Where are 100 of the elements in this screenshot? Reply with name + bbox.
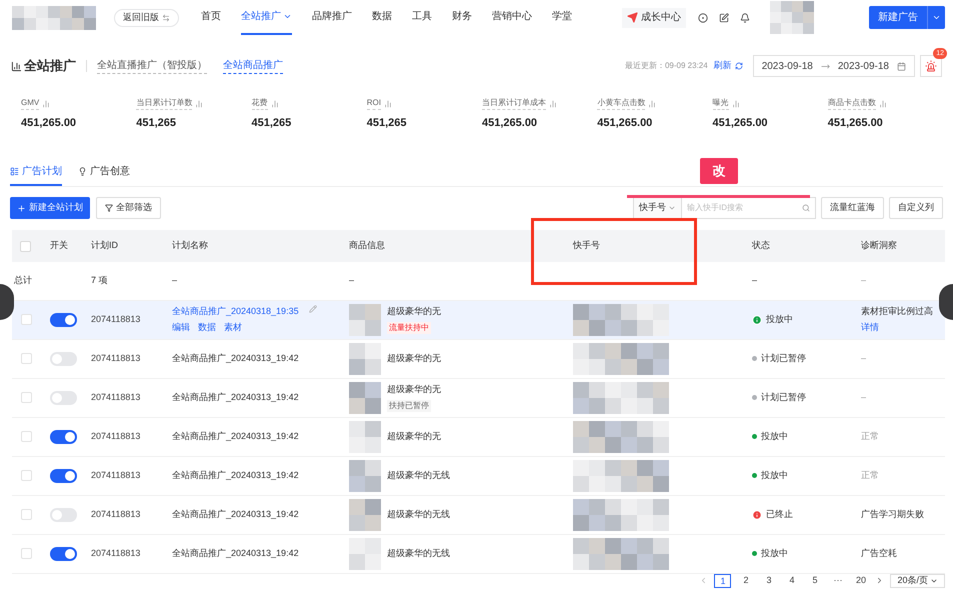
record-icon[interactable] (698, 12, 708, 22)
product-title: 超级豪华的无 (387, 305, 441, 318)
plan-name[interactable]: 全站商品推广_20240318_19:35 (172, 304, 299, 318)
page-button[interactable]: 20 (852, 574, 870, 588)
chart-icon[interactable] (648, 100, 656, 108)
checkbox[interactable] (21, 509, 32, 520)
promotion-tab[interactable]: 全站直播推广（智投版） (97, 58, 207, 74)
page-button[interactable]: 1 (714, 574, 732, 588)
metric-label: 商品卡点击数 (828, 97, 876, 110)
plan-name[interactable]: 全站商品推广_20240313_19:42 (172, 430, 299, 444)
toggle-switch[interactable] (50, 430, 77, 444)
chart-icon[interactable] (878, 100, 887, 108)
edit-icon[interactable] (719, 12, 729, 22)
end-date[interactable]: 2023-09-18 (838, 58, 889, 74)
page-title: 全站推广 (24, 57, 76, 76)
back-to-old-version-button[interactable]: 返回旧版 (114, 8, 179, 26)
page-button[interactable]: 2 (737, 574, 754, 588)
nav-tab[interactable]: 数据 (372, 0, 392, 35)
table-row[interactable]: 2074118813 全站商品推广_20240313_19:42 超级豪华的无线 投放中 广告空耗 (12, 534, 945, 573)
toggle-switch[interactable] (50, 390, 77, 404)
checkbox[interactable] (21, 470, 32, 481)
blurred-thumbnail (349, 460, 381, 492)
table-row[interactable]: 2074118813 全站商品推广_20240313_19:42 超级豪华的无 投放中 正常 (12, 417, 945, 456)
chart-icon[interactable] (549, 100, 557, 108)
plan-name[interactable]: 全站商品推广_20240313_19:42 (172, 546, 299, 560)
filter-button[interactable]: 全部筛选 (96, 197, 161, 219)
plan-name[interactable]: 全站商品推广_20240313_19:42 (172, 390, 299, 404)
checkbox[interactable] (20, 240, 31, 252)
toggle-switch[interactable] (50, 508, 77, 522)
action-link[interactable]: 素材 (224, 321, 242, 334)
chart-icon[interactable] (42, 100, 50, 108)
details-link[interactable]: 详情 (861, 321, 945, 334)
date-range-field[interactable]: 2023-09-18 2023-09-18 (752, 55, 915, 77)
content-tab[interactable]: 广告创意 (78, 159, 130, 186)
blurred-thumbnail (349, 382, 381, 414)
plan-name[interactable]: 全站商品推广_20240313_19:42 (172, 352, 299, 366)
plan-id: 2074118813 (91, 508, 140, 519)
toggle-switch[interactable] (50, 312, 77, 326)
status-text: 投放中 (761, 468, 788, 482)
action-link[interactable]: 编辑 (172, 321, 190, 334)
checkbox[interactable] (21, 431, 32, 442)
table-row[interactable]: 2074118813 全站商品推广_20240313_19:42 超级豪华的无线 已终止 广告学习期失败 (12, 495, 945, 534)
page-button[interactable]: 3 (760, 574, 778, 588)
metric-label: 当日累计订单数 (136, 97, 192, 110)
checkbox[interactable] (21, 392, 32, 403)
nav-tab[interactable]: 财务 (452, 0, 472, 35)
page-button[interactable]: ··· (829, 574, 846, 588)
product-title: 超级豪华的无线 (387, 468, 450, 482)
checkbox[interactable] (21, 314, 32, 325)
diagnosis-text: 广告空耗 (861, 546, 898, 560)
nav-tab[interactable]: 首页 (201, 0, 221, 35)
growth-center-button[interactable]: 成长中心 (622, 8, 686, 28)
checkbox[interactable] (21, 353, 32, 364)
nav-tab[interactable]: 工具 (412, 0, 432, 35)
promotion-tab[interactable]: 全站商品推广 (223, 58, 283, 74)
chart-icon[interactable] (732, 100, 740, 108)
page-button[interactable]: 5 (806, 574, 824, 588)
toggle-switch[interactable] (50, 546, 77, 560)
toolbar-button[interactable]: 自定义列 (889, 197, 943, 219)
new-plan-button[interactable]: 新建全站计划 (10, 197, 90, 219)
refresh-button[interactable]: 刷新 (714, 59, 743, 73)
search-field[interactable]: 输入快手ID搜索 (687, 202, 802, 214)
toggle-switch[interactable] (50, 468, 77, 482)
search-type-select[interactable]: 快手号 (634, 198, 682, 218)
new-ad-split-button[interactable]: 新建广告 (869, 6, 945, 29)
action-link[interactable]: 数据 (198, 321, 216, 334)
product-title: 超级豪华的无 (387, 383, 441, 396)
metric-value: 451,265 (252, 116, 292, 131)
column-header: 快手号 (573, 240, 600, 250)
checkbox[interactable] (21, 548, 32, 559)
nav-tab[interactable]: 品牌推广 (312, 0, 352, 35)
start-date[interactable]: 2023-09-18 (762, 58, 813, 74)
caret-icon[interactable] (932, 13, 941, 22)
filter-icon (105, 204, 113, 212)
bell-icon[interactable] (740, 12, 750, 22)
toolbar-button[interactable]: 流量红蓝海 (821, 197, 884, 219)
blurred-thumbnail (349, 498, 381, 530)
table-row[interactable]: 2074118813 全站商品推广_20240313_19:42 超级豪华的无 扶持已暂停 计划已暂停 – (12, 378, 945, 417)
plan-name[interactable]: 全站商品推广_20240313_19:42 (172, 508, 299, 522)
summary-value: – (172, 275, 178, 285)
column-header: 状态 (752, 240, 770, 250)
status-text: 投放中 (761, 430, 788, 443)
table-row[interactable]: 2074118813 全站商品推广_20240313_19:42 超级豪华的无线 投放中 正常 (12, 456, 945, 495)
nav-tab[interactable]: 营销中心 (492, 0, 532, 35)
chart-icon[interactable] (384, 100, 392, 108)
new-ad-label[interactable]: 新建广告 (869, 6, 927, 29)
toggle-switch[interactable] (50, 352, 77, 366)
content-tab[interactable]: 广告计划 (10, 159, 62, 186)
nav-tab[interactable]: 全站推广 (241, 0, 292, 35)
table-row[interactable]: 2074118813 全站商品推广_20240313_19:42 超级豪华的无 计划已暂停 – (12, 339, 945, 378)
status-text: 计划已暂停 (761, 390, 806, 404)
diagnosis-text: 正常 (861, 430, 880, 443)
plan-id: 2074118813 (91, 392, 140, 402)
plan-name[interactable]: 全站商品推广_20240313_19:42 (172, 468, 299, 482)
nav-tab[interactable]: 学堂 (552, 0, 572, 35)
page-button[interactable]: 4 (783, 574, 800, 588)
alert-button[interactable] (920, 55, 942, 77)
chart-icon[interactable] (195, 100, 204, 108)
page-size-select[interactable]: 20条/页 (890, 574, 945, 588)
chart-icon[interactable] (270, 100, 278, 108)
